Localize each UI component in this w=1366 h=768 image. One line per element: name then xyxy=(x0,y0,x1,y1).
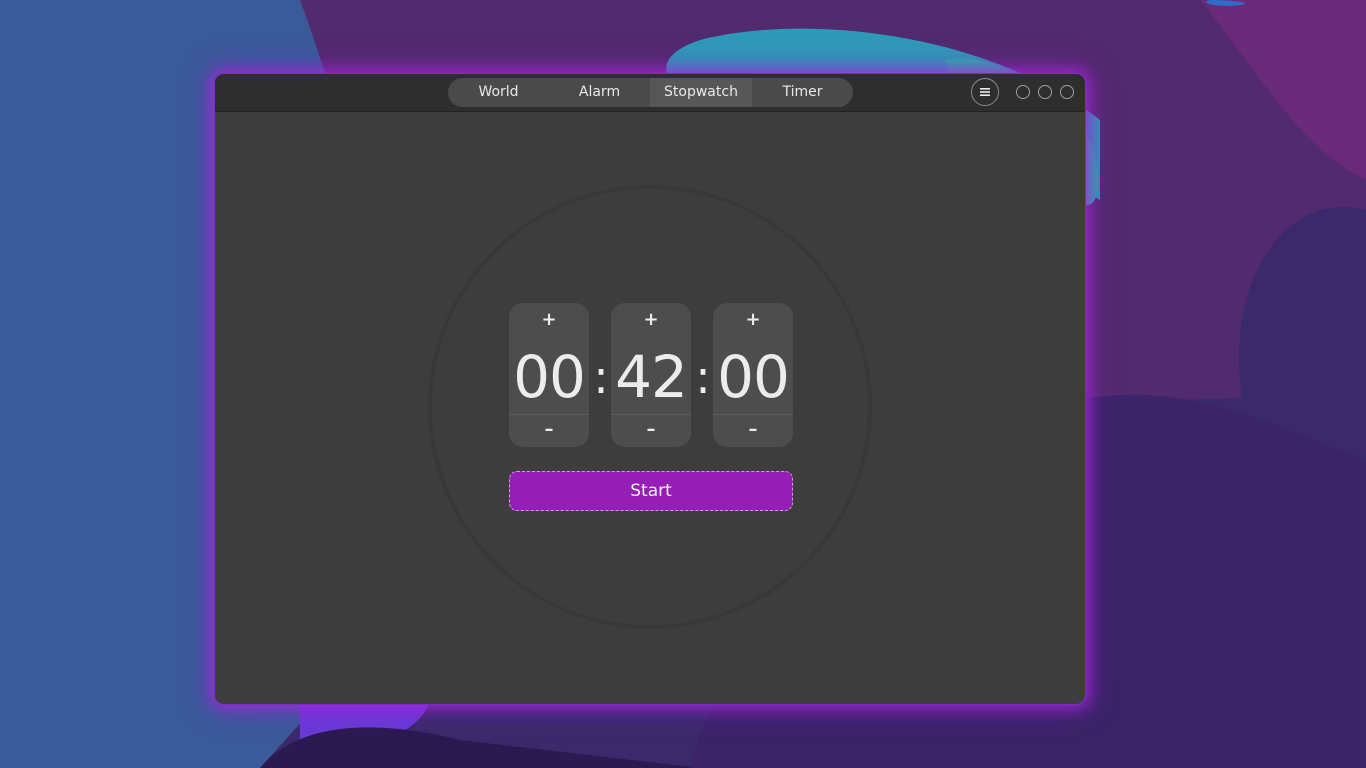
minutes-decrement-button[interactable]: – xyxy=(611,414,691,445)
maximize-button[interactable] xyxy=(1038,85,1052,99)
seconds-decrement-button[interactable]: – xyxy=(713,414,793,445)
hours-spinner: + 00 – xyxy=(509,303,589,447)
view-switcher: World Alarm Stopwatch Timer xyxy=(448,78,853,107)
tab-world[interactable]: World xyxy=(448,78,549,107)
clocks-window: World Alarm Stopwatch Timer + 00 – : + 4… xyxy=(214,73,1086,705)
hours-value[interactable]: 00 xyxy=(509,343,589,411)
close-button[interactable] xyxy=(1060,85,1074,99)
main-menu-button[interactable] xyxy=(971,78,999,106)
seconds-value[interactable]: 00 xyxy=(713,343,793,411)
minutes-value[interactable]: 42 xyxy=(611,343,691,411)
minutes-increment-button[interactable]: + xyxy=(611,305,691,335)
start-button[interactable]: Start xyxy=(509,471,793,511)
tab-timer[interactable]: Timer xyxy=(752,78,853,107)
hours-increment-button[interactable]: + xyxy=(509,305,589,335)
time-separator: : xyxy=(695,350,711,404)
hours-decrement-button[interactable]: – xyxy=(509,414,589,445)
headerbar: World Alarm Stopwatch Timer xyxy=(215,74,1085,112)
seconds-increment-button[interactable]: + xyxy=(713,305,793,335)
tab-alarm[interactable]: Alarm xyxy=(549,78,650,107)
minutes-spinner: + 42 – xyxy=(611,303,691,447)
hamburger-menu-icon xyxy=(980,88,990,96)
tab-stopwatch[interactable]: Stopwatch xyxy=(650,78,752,107)
desktop: World Alarm Stopwatch Timer + 00 – : + 4… xyxy=(0,0,1366,768)
seconds-spinner: + 00 – xyxy=(713,303,793,447)
minimize-button[interactable] xyxy=(1016,85,1030,99)
time-separator: : xyxy=(593,350,609,404)
